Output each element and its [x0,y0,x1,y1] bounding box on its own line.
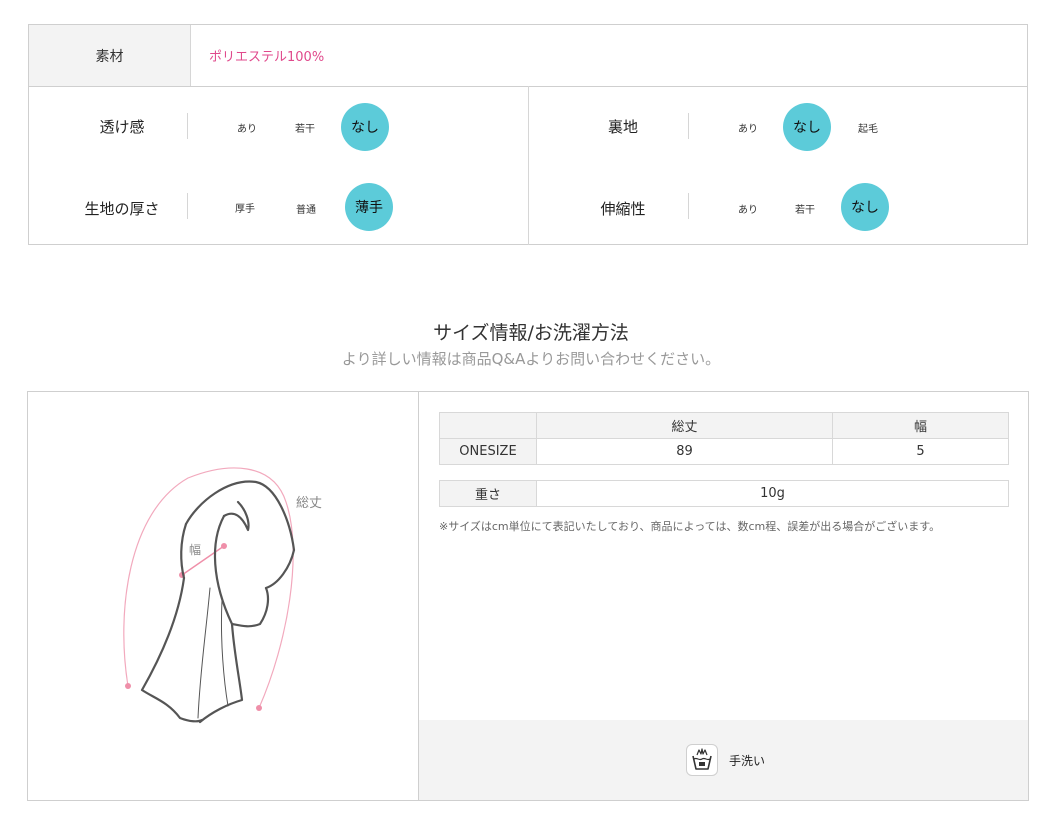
transparency-selected: なし [341,103,389,151]
size-table: 総丈 幅 ONESIZE 89 5 [439,412,1009,465]
thickness-separator [187,193,188,219]
table-row: ONESIZE 89 5 [439,438,1009,465]
length-label: 総丈 [296,496,323,511]
weight-table: 重さ 10g [439,480,1009,507]
lining-separator [688,113,689,139]
thickness-option-normal: 普通 [296,205,316,216]
size-table-header-length: 総丈 [536,412,833,439]
transparency-option-slight: 若干 [295,124,315,135]
lining-option-yes: あり [738,124,758,135]
size-table-size-cell: ONESIZE [439,438,537,465]
size-info-box: 総丈 幅 総丈 幅 ONESIZE 89 5 重さ 10g ※サイズはcm単位に… [27,391,1029,801]
stretch-separator [688,193,689,219]
transparency-separator [187,113,188,139]
hand-wash-label: 手洗い [729,754,766,768]
thickness-label: 生地の厚さ [84,200,160,218]
scarf-illustration [140,480,296,724]
width-guide-end-dot [221,543,227,549]
stretch-label: 伸縮性 [600,200,646,218]
thickness-selected: 薄手 [345,183,393,231]
material-label: 素材 [29,25,191,86]
length-guide-end-dot [256,705,262,711]
transparency-label: 透け感 [99,118,145,136]
thickness-option-thick: 厚手 [235,204,255,215]
lining-option-brushed: 起毛 [858,124,878,135]
size-table-header-blank [439,412,537,439]
scarf-diagram [123,467,296,724]
size-table-length-cell: 89 [536,438,833,465]
size-note: ※サイズはcm単位にて表記いたしており、商品によっては、数cm程、誤差が出る場合… [439,520,941,533]
length-guide-start-dot [125,683,131,689]
care-bar: 手洗い [419,720,1028,800]
stretch-selected: なし [841,183,889,231]
section-subtitle: より詳しい情報は商品Q&Aよりお問い合わせください。 [341,350,721,368]
table-row: 重さ 10g [439,480,1009,507]
size-table-header-row: 総丈 幅 [439,412,1009,439]
material-value: ポリエステル100% [209,50,325,65]
size-table-header-width: 幅 [832,412,1009,439]
weight-label: 重さ [439,480,537,507]
lining-label: 裏地 [607,118,638,136]
stretch-option-slight: 若干 [795,205,815,216]
material-row: 素材 ポリエステル100% [29,25,1027,87]
hand-wash-icon [686,744,718,776]
section-title: サイズ情報/お洗濯方法 [433,322,629,344]
stretch-option-yes: あり [738,205,758,216]
attribute-divider [528,86,529,245]
size-table-width-cell: 5 [832,438,1009,465]
width-label: 幅 [189,543,202,557]
weight-value: 10g [536,480,1009,507]
material-table: 素材 ポリエステル100% 透け感 あり 若干 なし 生地の厚さ 厚手 普通 薄… [28,24,1028,245]
lining-selected: なし [783,103,831,151]
transparency-option-yes: あり [237,124,257,135]
